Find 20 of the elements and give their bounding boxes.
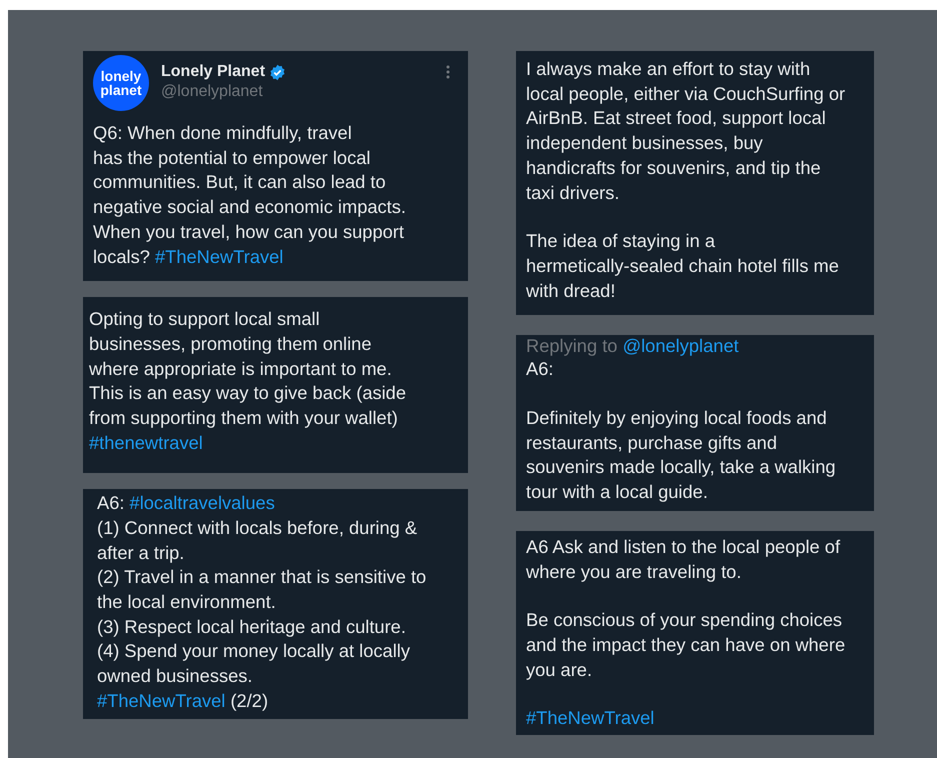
avatar-logo: lonely planet bbox=[93, 55, 149, 111]
hashtag-link[interactable]: #thenewtravel bbox=[89, 432, 203, 453]
author-handle: @lonelyplanet bbox=[161, 83, 264, 101]
mention-link[interactable]: @lonelyplanet bbox=[622, 335, 739, 356]
hashtag-link[interactable]: #TheNewTravel bbox=[97, 690, 226, 711]
post-text: Q6: When done mindfully, travel has the potential to empower local communities. But, it can also lead to negative social and economic impacts. When you travel, how can you support locals? #TheNewTravel bbox=[93, 121, 407, 269]
post-text: Be conscious of your spending choices and the impact they can have on where you are. bbox=[526, 608, 846, 682]
reply-context: Replying to @lonelyplanet bbox=[526, 335, 740, 358]
post-text: A6 Ask and listen to the local people of where you are traveling to. bbox=[526, 534, 842, 584]
post-text: Opting to support local small businesses, promoting them online where appropriate is important to me. This is an easy way to give back (aside from supporting them with your wallet) #thenewtravel bbox=[89, 307, 408, 455]
more-options-icon[interactable] bbox=[446, 65, 450, 79]
post-text: Definitely by enjoying local foods and restaurants, purchase gifts and souvenirs made locally, take a walking tour with a local guide. bbox=[526, 406, 837, 504]
post-text: A6: bbox=[526, 357, 554, 382]
author-name: Lonely Planet bbox=[161, 63, 266, 81]
hashtag-link[interactable]: #TheNewTravel bbox=[526, 707, 654, 728]
post-text: The idea of staying in a hermetically-sealed chain hotel fills me with dread! bbox=[526, 229, 840, 303]
hashtag-link[interactable]: #localtravelvalues bbox=[130, 492, 275, 514]
post-text: A6: #localtravelvalues (1) Connect with locals before, during & after a trip. (2) Travel in a manner that is sensitive to the local environment. (3) Respect local heritage and culture. (4) Spend your money locally at locally owned businesses. #TheNewTravel (2/2) bbox=[97, 491, 428, 713]
post-text: I always make an effort to stay with local people, either via CouchSurfing or AirBnB. Eat street food, support local independent businesses, buy handicrafts for souvenirs, and tip the taxi drivers. bbox=[526, 57, 846, 205]
hashtag-link[interactable]: #TheNewTravel bbox=[155, 246, 284, 267]
